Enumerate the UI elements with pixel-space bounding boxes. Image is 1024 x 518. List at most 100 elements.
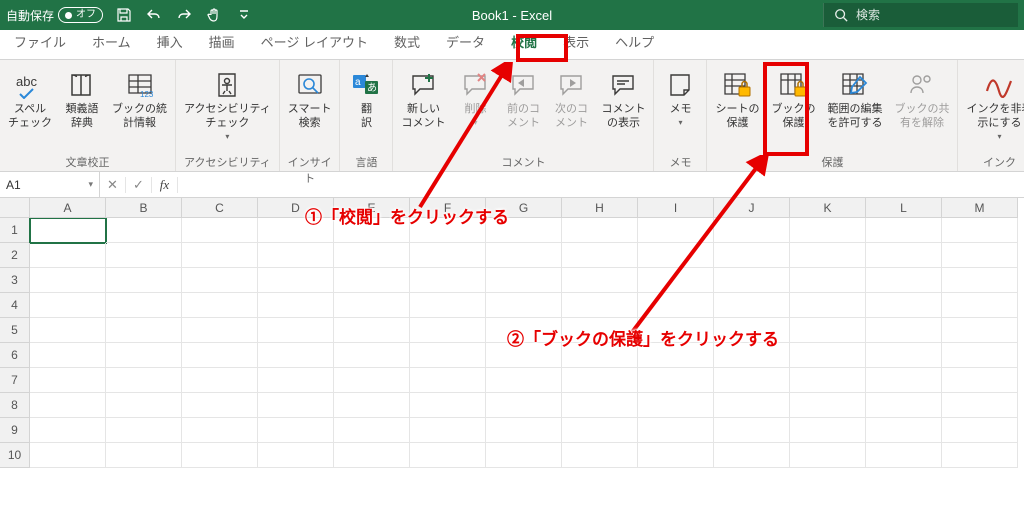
cell[interactable] [714,343,790,368]
autosave-indicator[interactable]: 自動保存 オフ [6,7,103,24]
cell[interactable] [486,343,562,368]
cell[interactable] [258,318,334,343]
cell[interactable] [942,243,1018,268]
cell[interactable] [410,293,486,318]
column-header[interactable]: M [942,198,1018,218]
column-header[interactable]: I [638,198,714,218]
cell[interactable] [866,393,942,418]
cell[interactable] [790,268,866,293]
cell[interactable] [714,393,790,418]
row-header[interactable]: 6 [0,343,30,368]
cell[interactable] [410,218,486,243]
cell[interactable] [714,318,790,343]
cell[interactable] [638,218,714,243]
cell[interactable] [106,368,182,393]
thesaurus-button[interactable]: 類義語 辞典 [60,64,104,152]
cancel-formula-button[interactable]: ✕ [100,177,126,193]
row-header[interactable]: 2 [0,243,30,268]
cell[interactable] [790,293,866,318]
tab-draw[interactable]: 描画 [207,26,237,59]
cell[interactable] [334,418,410,443]
cell[interactable] [182,293,258,318]
column-header[interactable]: F [410,198,486,218]
cell[interactable] [790,443,866,468]
cell[interactable] [30,418,106,443]
row-header[interactable]: 4 [0,293,30,318]
cell[interactable] [486,443,562,468]
cell[interactable] [714,293,790,318]
spellcheck-button[interactable]: abc スペル チェック [4,64,56,152]
cell[interactable] [942,343,1018,368]
cell[interactable] [182,418,258,443]
cell[interactable] [30,318,106,343]
cell[interactable] [486,393,562,418]
cell[interactable] [942,393,1018,418]
cell[interactable] [182,368,258,393]
cell[interactable] [258,218,334,243]
cell[interactable] [866,443,942,468]
cell[interactable] [714,218,790,243]
cell[interactable] [30,393,106,418]
cell[interactable] [106,393,182,418]
protect-sheet-button[interactable]: シートの 保護 [711,64,763,152]
cell[interactable] [30,268,106,293]
cell[interactable] [866,318,942,343]
cell[interactable] [410,343,486,368]
cell[interactable] [486,243,562,268]
cell[interactable] [562,443,638,468]
cell[interactable] [182,393,258,418]
cell[interactable] [562,418,638,443]
cell[interactable] [106,218,182,243]
hide-ink-button[interactable]: インクを非表 示にする ▾ [962,64,1024,152]
protect-workbook-button[interactable]: ブックの 保護 [767,64,819,152]
cell[interactable] [334,443,410,468]
column-header[interactable]: K [790,198,866,218]
cell[interactable] [106,293,182,318]
allow-edit-ranges-button[interactable]: 範囲の編集 を許可する [823,64,886,152]
column-header[interactable]: H [562,198,638,218]
cell[interactable] [30,218,106,243]
cell[interactable] [562,243,638,268]
cell[interactable] [866,418,942,443]
tab-review[interactable]: 校閲 [509,26,539,59]
column-header[interactable]: G [486,198,562,218]
cell[interactable] [562,293,638,318]
cell[interactable] [790,343,866,368]
cell[interactable] [410,443,486,468]
cell[interactable] [334,368,410,393]
cell[interactable] [486,318,562,343]
cell[interactable] [714,418,790,443]
name-box[interactable]: A1 ▾ [0,172,100,197]
cell[interactable] [486,268,562,293]
row-header[interactable]: 9 [0,418,30,443]
accept-formula-button[interactable]: ✓ [126,177,152,193]
cell[interactable] [486,368,562,393]
cell[interactable] [410,268,486,293]
tab-data[interactable]: データ [444,26,487,59]
cell[interactable] [638,443,714,468]
column-header[interactable]: D [258,198,334,218]
column-header[interactable]: E [334,198,410,218]
cell[interactable] [866,268,942,293]
accessibility-check-button[interactable]: アクセシビリティ チェック ▾ [180,64,275,152]
cell[interactable] [638,293,714,318]
cell[interactable] [106,443,182,468]
cell[interactable] [106,268,182,293]
cell[interactable] [410,318,486,343]
cell[interactable] [410,368,486,393]
insert-function-button[interactable]: fx [152,177,178,193]
smart-lookup-button[interactable]: スマート 検索 [284,64,336,152]
cell[interactable] [638,418,714,443]
cell[interactable] [258,243,334,268]
cell[interactable] [258,343,334,368]
cell[interactable] [790,318,866,343]
cell[interactable] [30,443,106,468]
qat-customize-button[interactable] [233,4,255,26]
cell[interactable] [30,343,106,368]
cell[interactable] [638,268,714,293]
tab-pagelayout[interactable]: ページ レイアウト [259,26,370,59]
formula-input[interactable] [178,172,1024,197]
cell[interactable] [106,243,182,268]
cell[interactable] [258,268,334,293]
cell[interactable] [562,268,638,293]
